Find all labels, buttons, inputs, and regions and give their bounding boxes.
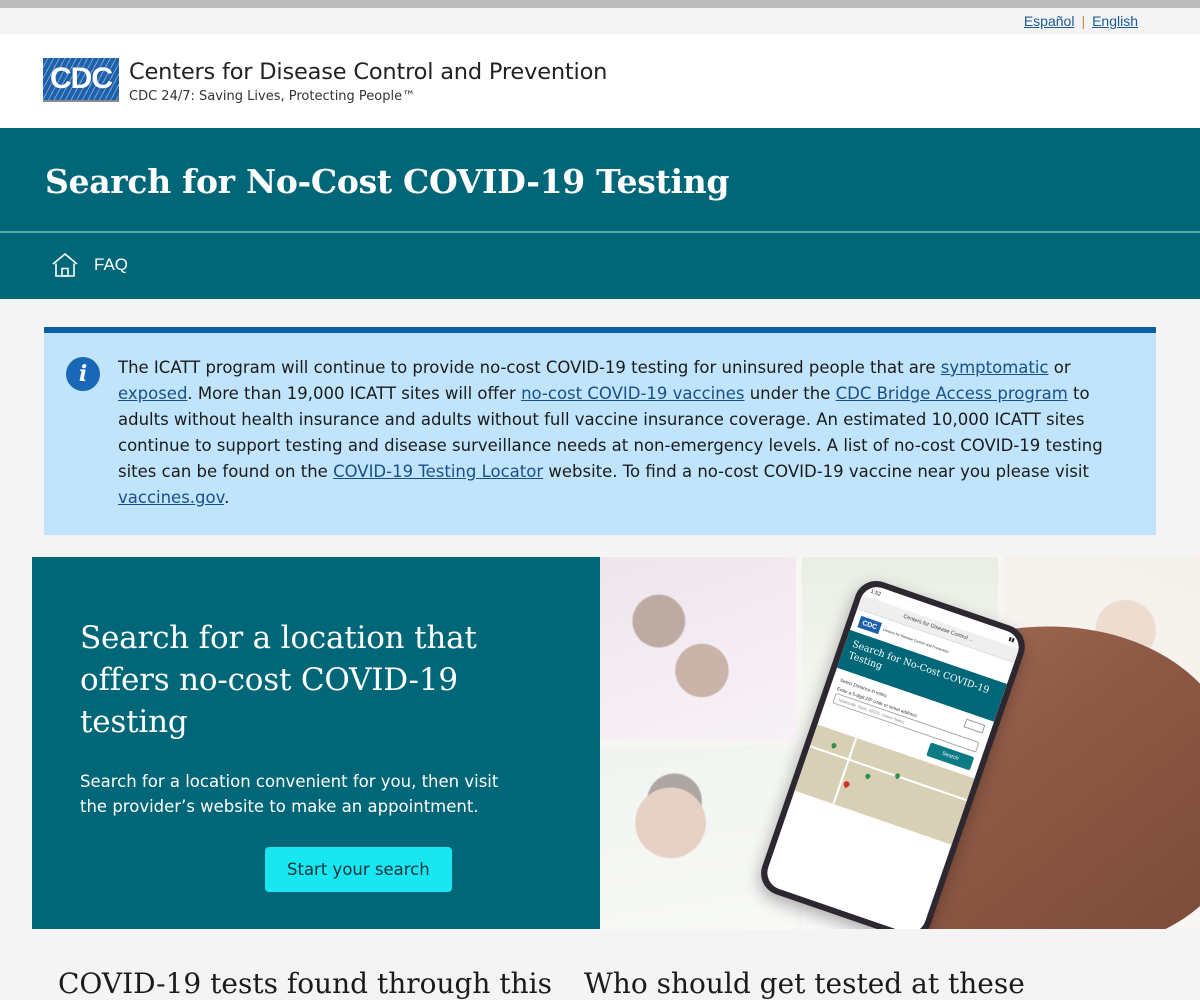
top-gray-strip (0, 0, 1200, 8)
alert-text-segment: The ICATT program will continue to provi… (118, 358, 941, 377)
hero-heading: Search for a location that offers no-cos… (80, 620, 477, 740)
cdc-header: CDC Centers for Disease Control and Prev… (0, 34, 1200, 128)
hero-section: Search for a location that offers no-cos… (32, 557, 1200, 929)
home-icon[interactable] (50, 251, 80, 279)
hero-image: 1:52 ▮▮ Centers for Disease Control ... … (600, 557, 1200, 929)
language-link-spanish[interactable]: Español (1024, 13, 1075, 29)
content-columns: COVID-19 tests found through this site a… (0, 929, 1200, 1000)
alert-link[interactable]: COVID-19 Testing Locator (333, 462, 543, 481)
alert-link[interactable]: vaccines.gov (118, 488, 224, 507)
banner-title-row: Search for No-Cost COVID-19 Testing (0, 128, 1200, 231)
page-root: Español | English CDC Centers for Diseas… (0, 0, 1200, 1000)
page-title: Search for No-Cost COVID-19 Testing (45, 162, 730, 201)
alert-region: i The ICATT program will continue to pro… (0, 299, 1200, 535)
hero-content: Search for a location that offers no-cos… (32, 557, 600, 929)
alert-text-segment: website. To find a no-cost COVID-19 vacc… (543, 462, 1089, 481)
cdc-logo-letters: CDC (50, 62, 113, 96)
hero-subtext: Search for a location convenient for you… (80, 772, 499, 816)
collage-photo-young-woman (600, 746, 796, 929)
language-link-english[interactable]: English (1092, 13, 1138, 29)
map-pin (864, 772, 872, 780)
cdc-logo-text: Centers for Disease Control and Preventi… (129, 58, 607, 103)
column-who-should-test: Who should get tested at these locations… (562, 963, 1122, 1000)
map-pin (830, 742, 838, 749)
alert-text: The ICATT program will continue to provi… (118, 355, 1132, 511)
cdc-logo-mark: CDC (43, 58, 119, 103)
cdc-logo[interactable]: CDC Centers for Disease Control and Prev… (43, 58, 607, 104)
column-heading: Who should get tested at these locations… (584, 967, 1025, 1000)
alert-link[interactable]: exposed (118, 384, 187, 403)
cdc-tagline: CDC 24/7: Saving Lives, Protecting Peopl… (129, 88, 416, 104)
cdc-org-name: Centers for Disease Control and Preventi… (129, 59, 608, 86)
nav-item-faq[interactable]: FAQ (94, 255, 128, 275)
language-separator: | (1081, 13, 1086, 29)
site-banner: Search for No-Cost COVID-19 Testing FAQ (0, 128, 1200, 299)
collage-photo-couple (600, 557, 796, 740)
map-pin-selected (842, 780, 851, 789)
phone-status-time: 1:52 (869, 588, 882, 598)
info-icon: i (66, 357, 100, 391)
phone-logo-mark: CDC (857, 615, 883, 635)
alert-text-segment: or (1048, 358, 1071, 377)
alert-text-segment: under the (744, 384, 836, 403)
alert-link[interactable]: CDC Bridge Access program (836, 384, 1068, 403)
start-your-search-button[interactable]: Start your search (265, 847, 452, 892)
info-alert: i The ICATT program will continue to pro… (44, 327, 1156, 535)
map-road (832, 737, 858, 805)
phone-status-icons: ▮▮ (1007, 635, 1016, 644)
alert-text-segment: . (224, 488, 230, 507)
column-heading: COVID-19 tests found through this site a… (58, 967, 552, 1000)
language-bar: Español | English (0, 8, 1200, 34)
alert-link[interactable]: symptomatic (941, 358, 1049, 377)
column-tests-no-cost: COVID-19 tests found through this site a… (0, 963, 562, 1000)
banner-nav: FAQ (0, 233, 1200, 299)
alert-link[interactable]: no-cost COVID-19 vaccines (521, 384, 744, 403)
alert-text-segment: . More than 19,000 ICATT sites will offe… (187, 384, 522, 403)
